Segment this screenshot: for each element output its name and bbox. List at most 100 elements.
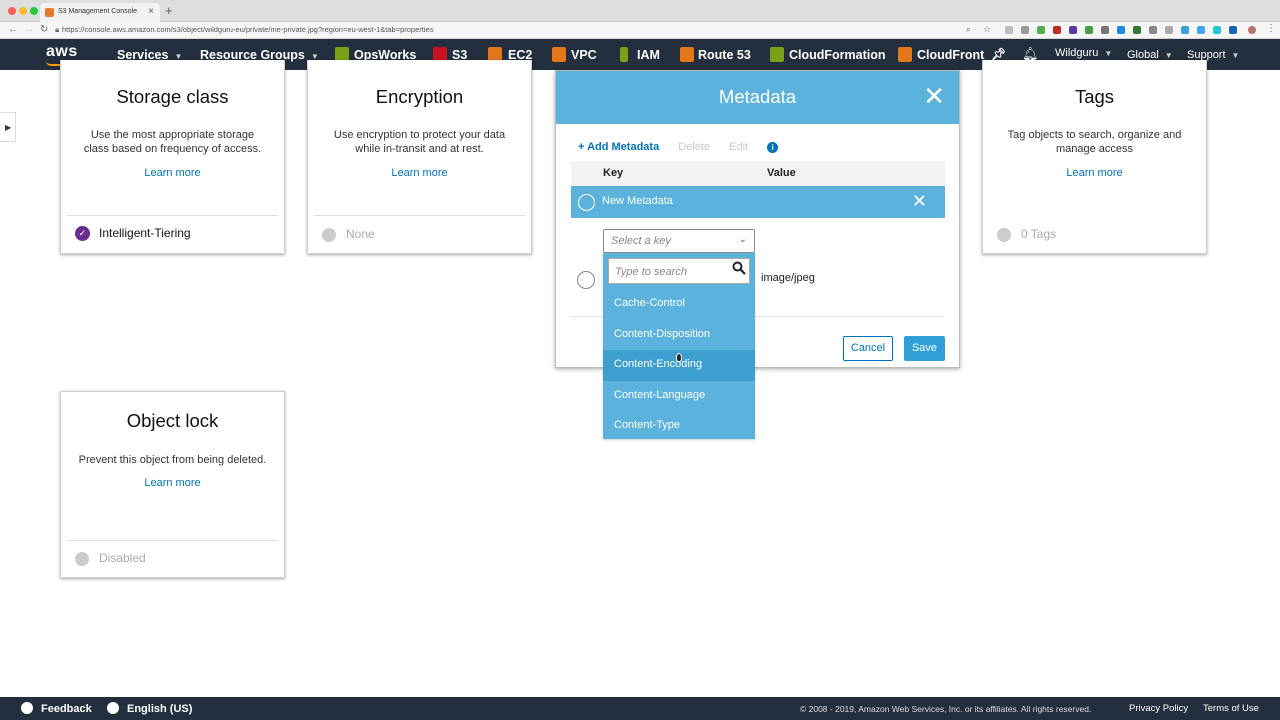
shortcut-cloudformation[interactable]: CloudFormation bbox=[789, 48, 886, 62]
add-metadata-label: Add Metadata bbox=[587, 141, 660, 153]
url-field[interactable]: https://console.aws.amazon.com/s3/object… bbox=[62, 25, 433, 34]
shortcut-cloudfront[interactable]: CloudFront bbox=[917, 48, 984, 62]
extension-icon[interactable] bbox=[1037, 26, 1045, 34]
row-select-radio[interactable] bbox=[577, 271, 595, 289]
reload-icon[interactable]: ↻ bbox=[40, 24, 48, 35]
encryption-card[interactable]: Encryption Use encryption to protect you… bbox=[307, 60, 532, 254]
add-metadata-button[interactable]: + Add Metadata bbox=[578, 141, 659, 153]
feedback-button[interactable]: Feedback bbox=[21, 702, 92, 715]
profile-avatar[interactable] bbox=[1248, 26, 1256, 34]
info-icon[interactable]: i bbox=[767, 142, 779, 153]
card-description: Use the most appropriate storage class b… bbox=[83, 129, 262, 155]
extension-icon[interactable] bbox=[1213, 26, 1221, 34]
status-dot-icon bbox=[997, 227, 1011, 242]
metadata-title: Metadata bbox=[718, 86, 797, 107]
cloudfront-icon bbox=[898, 47, 912, 62]
status-label: Disabled bbox=[99, 551, 146, 565]
browser-menu-icon[interactable]: ⋮ bbox=[1266, 23, 1276, 34]
extension-icon[interactable] bbox=[1229, 26, 1237, 34]
learn-more-link[interactable]: Learn more bbox=[61, 167, 284, 179]
new-tab-icon[interactable]: + bbox=[165, 3, 173, 18]
card-description: Prevent this object from being deleted. bbox=[78, 454, 267, 466]
privacy-policy-link[interactable]: Privacy Policy bbox=[1129, 703, 1188, 714]
close-icon[interactable]: ✕ bbox=[923, 83, 945, 109]
extension-icon[interactable] bbox=[1197, 26, 1205, 34]
extension-icon[interactable] bbox=[1069, 26, 1077, 34]
metadata-value: image/jpeg bbox=[761, 272, 815, 284]
extension-icon[interactable] bbox=[1005, 26, 1013, 34]
card-description: Use encryption to protect your data whil… bbox=[333, 129, 506, 155]
address-bar: ← → ↻ 🔒︎ https://console.aws.amazon.com/… bbox=[0, 22, 1280, 39]
learn-more-link[interactable]: Learn more bbox=[61, 477, 284, 489]
delete-button[interactable]: Delete bbox=[678, 141, 710, 153]
back-icon[interactable]: ← bbox=[8, 24, 18, 35]
console-footer: Feedback English (US) © 2008 - 2019, Ama… bbox=[0, 697, 1280, 720]
key-column-header: Key bbox=[603, 167, 624, 179]
dropdown-option[interactable]: Content-Disposition bbox=[603, 320, 755, 351]
card-divider bbox=[67, 540, 278, 541]
extension-icon[interactable] bbox=[1053, 26, 1061, 34]
pin-icon[interactable]: 📌︎ bbox=[991, 47, 1006, 61]
sidebar-toggle[interactable]: ▶ bbox=[0, 112, 16, 142]
extension-icon[interactable] bbox=[1133, 26, 1141, 34]
close-icon[interactable]: ✕ bbox=[912, 191, 927, 212]
storage-class-card[interactable]: Storage class Use the most appropriate s… bbox=[60, 60, 285, 254]
learn-more-link[interactable]: Learn more bbox=[308, 167, 531, 179]
metadata-toolbar: + Add Metadata Delete Edit i bbox=[578, 141, 779, 153]
iam-icon bbox=[620, 47, 628, 62]
save-button[interactable]: Save bbox=[904, 336, 945, 361]
browser-tab-bar: S3 Management Console × + bbox=[0, 0, 1280, 22]
speech-bubble-icon bbox=[21, 702, 33, 714]
status-label: 0 Tags bbox=[1021, 227, 1057, 241]
shortcut-route53[interactable]: Route 53 bbox=[698, 48, 751, 62]
key-select[interactable]: Select a key ⌄ bbox=[603, 229, 755, 253]
zoom-icon[interactable]: ⌕ bbox=[966, 24, 971, 35]
extension-icon[interactable] bbox=[1165, 26, 1173, 34]
mouse-cursor bbox=[676, 353, 682, 362]
close-window-button[interactable] bbox=[8, 7, 16, 15]
shortcut-vpc[interactable]: VPC bbox=[571, 48, 597, 62]
shortcut-iam[interactable]: IAM bbox=[637, 48, 660, 62]
browser-tab[interactable]: S3 Management Console × bbox=[40, 3, 160, 22]
search-placeholder: Type to search bbox=[615, 266, 687, 278]
browser-tab-title: S3 Management Console bbox=[58, 8, 137, 15]
chevron-down-icon: ▼ bbox=[1231, 51, 1240, 60]
extension-icon[interactable] bbox=[1021, 26, 1029, 34]
object-lock-card[interactable]: Object lock Prevent this object from bei… bbox=[60, 391, 285, 578]
extension-icon[interactable] bbox=[1117, 26, 1125, 34]
copyright-text: © 2008 - 2019, Amazon Web Services, Inc.… bbox=[800, 704, 1092, 714]
close-tab-icon[interactable]: × bbox=[148, 6, 154, 17]
edit-button[interactable]: Edit bbox=[729, 141, 748, 153]
key-select-placeholder: Select a key bbox=[611, 235, 671, 247]
card-divider bbox=[314, 215, 525, 216]
dropdown-option[interactable]: Cache-Control bbox=[603, 289, 755, 320]
row-select-radio[interactable] bbox=[578, 194, 595, 211]
lock-icon: 🔒︎ bbox=[55, 25, 60, 34]
bookmark-star-icon[interactable]: ☆ bbox=[983, 24, 991, 35]
extension-icon[interactable] bbox=[1085, 26, 1093, 34]
aws-logo[interactable]: aws bbox=[46, 43, 78, 61]
new-metadata-row[interactable]: New Metadata ✕ bbox=[571, 186, 945, 218]
learn-more-link[interactable]: Learn more bbox=[983, 167, 1206, 179]
extension-icon[interactable] bbox=[1149, 26, 1157, 34]
route53-icon bbox=[680, 47, 694, 62]
dropdown-option[interactable]: Content-Language bbox=[603, 381, 755, 412]
card-status: Disabled bbox=[75, 551, 146, 566]
dropdown-option[interactable]: Content-Type bbox=[603, 411, 755, 442]
maximize-window-button[interactable] bbox=[30, 7, 38, 15]
minimize-window-button[interactable] bbox=[19, 7, 27, 15]
language-selector[interactable]: English (US) bbox=[107, 702, 192, 715]
language-label: English (US) bbox=[127, 703, 193, 715]
forward-icon[interactable]: → bbox=[24, 24, 34, 35]
card-description: Tag objects to search, organize and mana… bbox=[1007, 129, 1182, 155]
cancel-button[interactable]: Cancel bbox=[843, 336, 893, 361]
extension-icon[interactable] bbox=[1101, 26, 1109, 34]
status-dot-icon bbox=[322, 227, 336, 242]
card-title: Object lock bbox=[126, 410, 219, 431]
account-menu[interactable]: Wildguru ▼ bbox=[1055, 47, 1112, 59]
status-label: None bbox=[346, 227, 375, 241]
tags-card[interactable]: Tags Tag objects to search, organize and… bbox=[982, 60, 1207, 254]
dropdown-search-input[interactable]: Type to search bbox=[608, 258, 750, 284]
extension-icon[interactable] bbox=[1181, 26, 1189, 34]
terms-of-use-link[interactable]: Terms of Use bbox=[1203, 703, 1259, 714]
